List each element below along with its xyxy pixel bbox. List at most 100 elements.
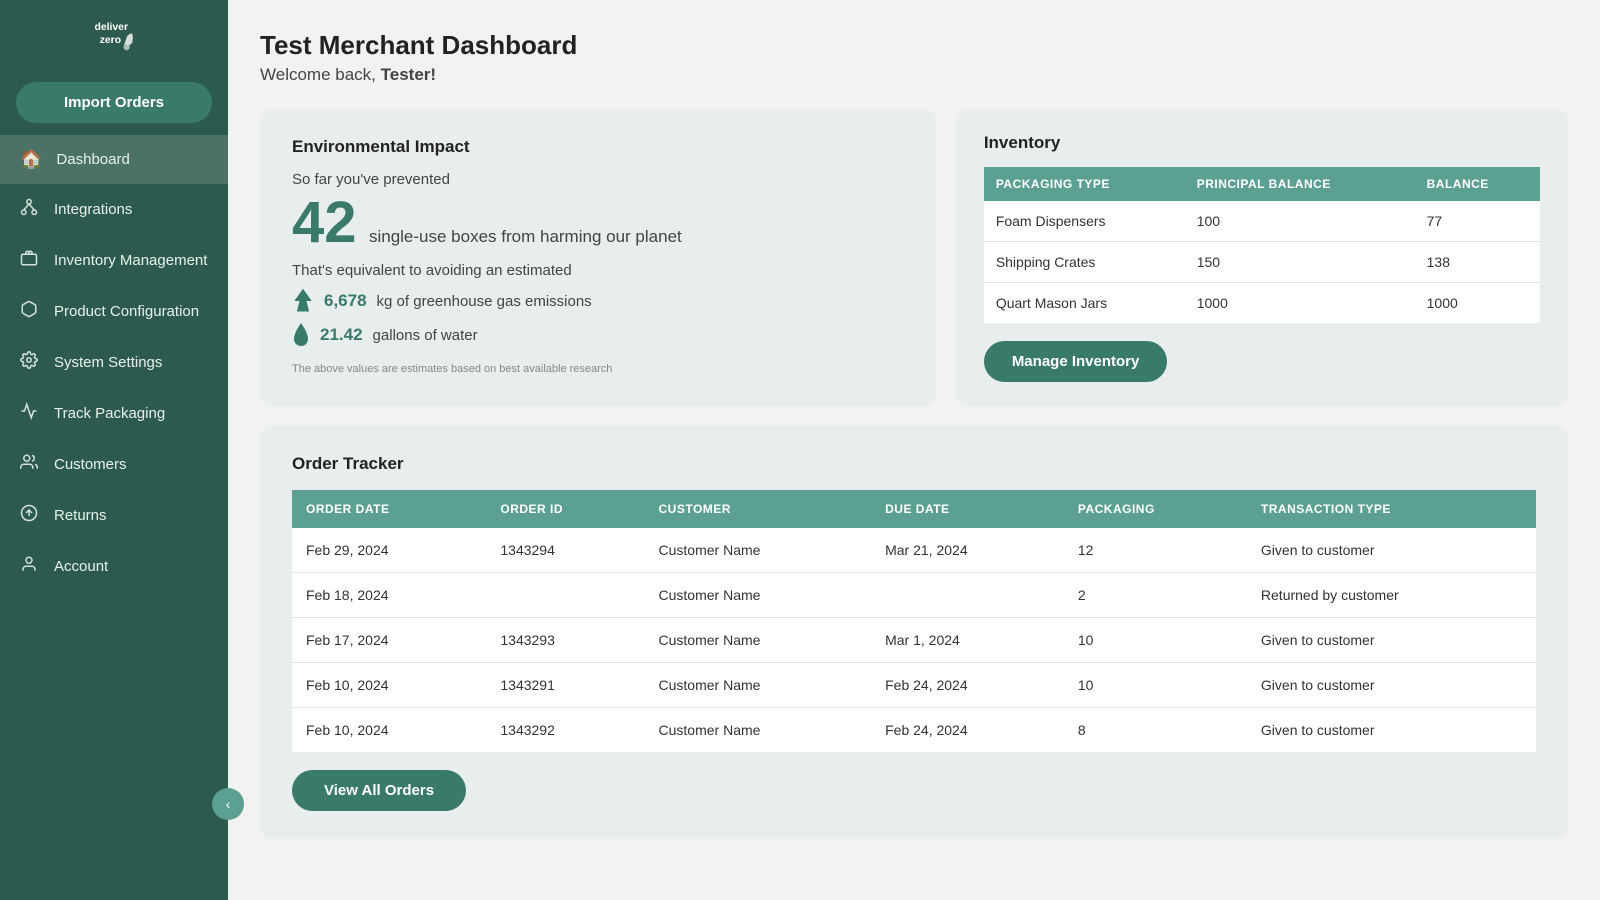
sidebar-item-label: Account [54,558,108,575]
sidebar-item-label: Integrations [54,201,132,218]
sidebar-item-label: Dashboard [56,151,129,168]
main-content: Test Merchant Dashboard Welcome back, Te… [228,0,1600,900]
order-date-cell: Feb 18, 2024 [292,573,486,618]
principal-balance-cell: 150 [1185,242,1415,283]
balance-cell: 138 [1415,242,1540,283]
sidebar-item-product-config[interactable]: Product Configuration [0,286,228,337]
balance-cell: 1000 [1415,283,1540,324]
order-date-cell: Feb 17, 2024 [292,618,486,663]
col-customer: Customer [645,490,872,528]
transaction-type-cell: Returned by customer [1247,573,1536,618]
col-balance: Balance [1415,167,1540,201]
table-row: Quart Mason Jars 1000 1000 [984,283,1540,324]
settings-icon [20,351,40,374]
sidebar-item-inventory[interactable]: Inventory Management [0,235,228,286]
sidebar: deliver zero Import Orders 🏠 Dashboard I… [0,0,228,900]
env-card-title: Environmental Impact [292,137,904,157]
water-icon [292,321,310,349]
returns-icon [20,504,40,527]
sidebar-item-system-settings[interactable]: System Settings [0,337,228,388]
due-date-cell [871,573,1064,618]
col-order-date: Order Date [292,490,486,528]
big-number: 42 [292,190,357,255]
col-due-date: Due Date [871,490,1064,528]
big-number-label: single-use boxes from harming our planet [369,227,682,246]
col-packaging: Packaging [1064,490,1247,528]
product-config-icon [20,300,40,323]
sidebar-item-dashboard[interactable]: 🏠 Dashboard [0,135,228,184]
order-tracker-card: Order Tracker Order Date Order ID Custom… [260,426,1568,839]
sidebar-item-label: Customers [54,456,127,473]
sidebar-item-label: Product Configuration [54,303,199,320]
packaging-cell: 8 [1064,708,1247,753]
sidebar-item-track-packaging[interactable]: Track Packaging [0,388,228,439]
order-id-cell: 1343293 [486,618,644,663]
table-row: Feb 18, 2024 Customer Name 2 Returned by… [292,573,1536,618]
inventory-card: Inventory Packaging Type Principal Balan… [956,109,1568,406]
due-date-cell: Mar 1, 2024 [871,618,1064,663]
balance-cell: 77 [1415,201,1540,242]
packaging-type-cell: Foam Dispensers [984,201,1185,242]
big-number-row: 42 single-use boxes from harming our pla… [292,194,904,252]
packaging-cell: 2 [1064,573,1247,618]
import-orders-button[interactable]: Import Orders [16,82,212,123]
sidebar-item-label: System Settings [54,354,162,371]
table-row: Feb 10, 2024 1343292 Customer Name Feb 2… [292,708,1536,753]
order-id-cell: 1343294 [486,528,644,573]
view-all-orders-button[interactable]: View All Orders [292,770,466,811]
order-date-cell: Feb 10, 2024 [292,708,486,753]
order-date-cell: Feb 10, 2024 [292,663,486,708]
order-date-cell: Feb 29, 2024 [292,528,486,573]
order-id-cell [486,573,644,618]
sidebar-item-account[interactable]: Account [0,541,228,592]
col-transaction-type: Transaction Type [1247,490,1536,528]
sidebar-nav: 🏠 Dashboard Integrations Inventory Manag… [0,135,228,592]
transaction-type-cell: Given to customer [1247,708,1536,753]
due-date-cell: Feb 24, 2024 [871,663,1064,708]
col-packaging-type: Packaging Type [984,167,1185,201]
sidebar-item-returns[interactable]: Returns [0,490,228,541]
table-row: Feb 29, 2024 1343294 Customer Name Mar 2… [292,528,1536,573]
customer-cell: Customer Name [645,618,872,663]
due-date-cell: Feb 24, 2024 [871,708,1064,753]
svg-text:deliver: deliver [95,22,129,33]
sidebar-collapse-button[interactable]: ‹ [212,788,244,820]
home-icon: 🏠 [20,149,42,170]
packaging-cell: 12 [1064,528,1247,573]
logo-area: deliver zero [0,0,228,70]
table-row: Feb 10, 2024 1343291 Customer Name Feb 2… [292,663,1536,708]
track-icon [20,402,40,425]
customers-icon [20,453,40,476]
prevented-text: So far you've prevented [292,171,904,188]
sidebar-item-integrations[interactable]: Integrations [0,184,228,235]
sidebar-item-label: Track Packaging [54,405,165,422]
col-order-id: Order ID [486,490,644,528]
order-id-cell: 1343291 [486,663,644,708]
principal-balance-cell: 1000 [1185,283,1415,324]
col-principal-balance: Principal Balance [1185,167,1415,201]
table-row: Shipping Crates 150 138 [984,242,1540,283]
manage-inventory-button[interactable]: Manage Inventory [984,341,1168,382]
customer-cell: Customer Name [645,528,872,573]
top-row: Environmental Impact So far you've preve… [260,109,1568,406]
env-disclaimer: The above values are estimates based on … [292,363,904,375]
transaction-type-cell: Given to customer [1247,528,1536,573]
packaging-cell: 10 [1064,618,1247,663]
sidebar-item-customers[interactable]: Customers [0,439,228,490]
packaging-type-cell: Quart Mason Jars [984,283,1185,324]
principal-balance-cell: 100 [1185,201,1415,242]
customer-cell: Customer Name [645,708,872,753]
table-row: Foam Dispensers 100 77 [984,201,1540,242]
water-stat: 21.42 gallons of water [292,321,904,349]
welcome-message: Welcome back, Tester! [260,65,1568,85]
integrations-icon [20,198,40,221]
due-date-cell: Mar 21, 2024 [871,528,1064,573]
customer-cell: Customer Name [645,573,872,618]
page-title: Test Merchant Dashboard [260,30,1568,61]
inventory-table: Packaging Type Principal Balance Balance… [984,167,1540,323]
packaging-type-cell: Shipping Crates [984,242,1185,283]
order-tracker-title: Order Tracker [292,454,1536,474]
svg-text:zero: zero [100,35,121,46]
logo-icon: deliver zero [88,9,140,61]
table-row: Feb 17, 2024 1343293 Customer Name Mar 1… [292,618,1536,663]
